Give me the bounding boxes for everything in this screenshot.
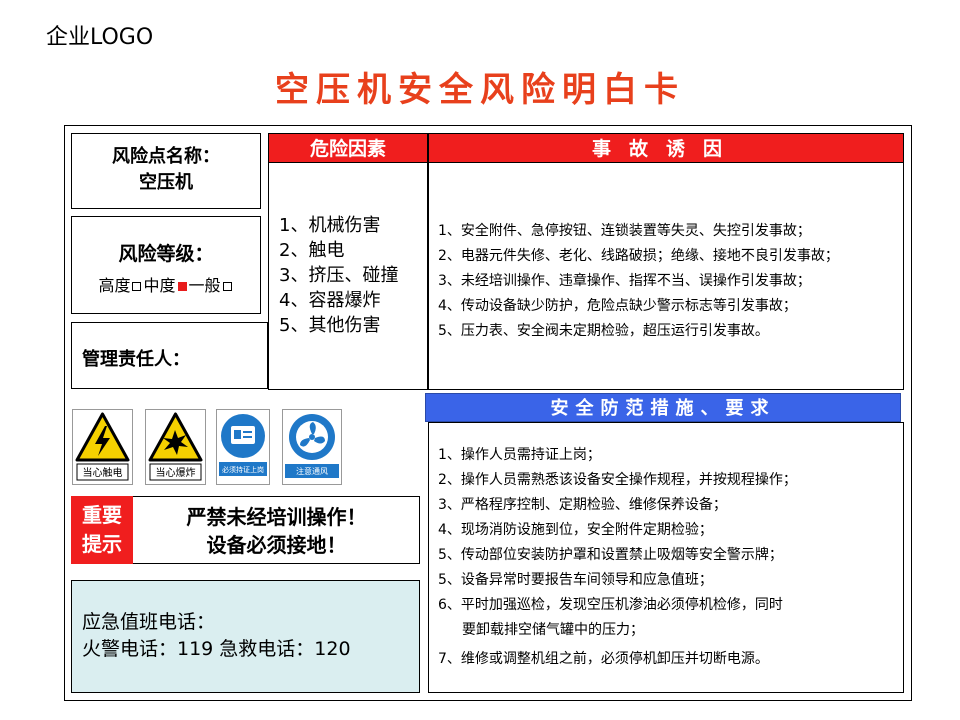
company-logo-text: 企业LOGO (46, 25, 154, 50)
certified-operation-icon: 必须持证上岗 (219, 414, 267, 476)
risk-level-option-medium: 中度 (143, 276, 176, 295)
hazard-item: 4、容器爆炸 (279, 290, 381, 311)
measure-item: 5、设备异常时要报告车间领导和应急值班； (438, 572, 713, 588)
causes-list: 1、安全附件、急停按钮、连锁装置等失灵、失控引发事故； 2、电器元件失修、老化、… (428, 162, 904, 390)
manager-label: 管理责任人： (82, 349, 190, 370)
electric-shock-warning-icon: 当心触电 (75, 412, 130, 481)
hazards-header: 危险因素 (268, 133, 428, 163)
hazard-item: 5、其他伤害 (279, 315, 381, 336)
emergency-line1: 应急值班电话： (82, 611, 216, 633)
causes-header: 事故诱因 (428, 133, 904, 163)
checkbox-high[interactable] (132, 282, 142, 291)
explosion-warning-icon: 当心爆炸 (148, 412, 203, 481)
risk-point-label: 风险点名称： (112, 146, 220, 167)
measure-item: 2、操作人员需熟悉该设备安全操作规程，并按规程操作； (438, 472, 797, 488)
important-notice-text: 严禁未经培训操作！ 设备必须接地！ (133, 496, 420, 564)
measure-item: 1、操作人员需持证上岗； (438, 447, 601, 463)
emergency-line2: 火警电话：119 急救电话：120 (82, 638, 351, 660)
sign-caption: 当心触电 (83, 466, 123, 479)
risk-point-value: 空压机 (139, 172, 193, 193)
notice-line1: 严禁未经培训操作！ (186, 505, 367, 529)
measure-item: 6、平时加强巡检，发现空压机渗油必须停机检修，同时 (438, 597, 783, 613)
measure-item: 3、严格程序控制、定期检验、维修保养设备； (438, 497, 727, 513)
ventilation-sign: 注意通风 (282, 409, 342, 485)
sign-caption: 必须持证上岗 (222, 465, 264, 474)
measure-item: 7、维修或调整机组之前，必须停机卸压并切断电源。 (438, 651, 769, 667)
ventilation-icon: 注意通风 (285, 414, 339, 478)
hazard-item: 2、触电 (279, 240, 345, 261)
explosion-warning-sign: 当心爆炸 (145, 409, 206, 485)
notice-line2: 设备必须接地！ (206, 533, 347, 557)
risk-level-box: 风险等级： 高度 中度 一般 (71, 216, 261, 314)
measures-list: 1、操作人员需持证上岗； 2、操作人员需熟悉该设备安全操作规程，并按规程操作； … (428, 422, 904, 693)
risk-level-option-low: 一般 (188, 276, 221, 295)
hazard-item: 1、机械伤害 (279, 215, 381, 236)
cause-item: 3、未经培训操作、违章操作、指挥不当、误操作引发事故； (438, 273, 811, 289)
checkbox-low[interactable] (222, 282, 232, 291)
notice-tag-line2: 提示 (82, 532, 122, 556)
emergency-contacts-box: 应急值班电话： 火警电话：119 急救电话：120 (71, 580, 420, 693)
hazard-item: 3、挤压、碰撞 (279, 265, 399, 286)
measure-item: 4、现场消防设施到位，安全附件定期检验； (438, 522, 713, 538)
cause-item: 4、传动设备缺少防护，危险点缺少警示标志等引发事故； (438, 298, 797, 314)
cause-item: 5、压力表、安全阀未定期检验，超压运行引发事故。 (438, 323, 769, 339)
risk-level-label: 风险等级： (118, 243, 214, 265)
measure-item-continued: 要卸载排空储气罐中的压力； (462, 622, 644, 638)
checkbox-medium[interactable] (177, 282, 187, 291)
cause-item: 1、安全附件、急停按钮、连锁装置等失灵、失控引发事故； (438, 223, 811, 239)
electric-shock-warning-sign: 当心触电 (72, 409, 133, 485)
hazards-list: 1、机械伤害 2、触电 3、挤压、碰撞 4、容器爆炸 5、其他伤害 (268, 162, 428, 390)
sign-caption: 注意通风 (296, 466, 328, 476)
measure-item: 5、传动部位安装防护罩和设置禁止吸烟等安全警示牌； (438, 547, 783, 563)
cause-item: 2、电器元件失修、老化、线路破损；绝缘、接地不良引发事故； (438, 248, 839, 264)
certified-operation-sign: 必须持证上岗 (216, 409, 270, 485)
page-title: 空压机安全风险明白卡 (275, 70, 685, 110)
important-notice-tag: 重要 提示 (71, 496, 133, 564)
manager-box: 管理责任人： (71, 322, 268, 389)
risk-point-box: 风险点名称： 空压机 (71, 133, 261, 209)
risk-level-options: 高度 中度 一般 (72, 272, 260, 296)
risk-level-option-high: 高度 (98, 276, 131, 295)
measures-header: 安全防范措施、要求 (425, 393, 901, 422)
notice-tag-line1: 重要 (82, 503, 122, 527)
sign-caption: 当心爆炸 (156, 466, 196, 479)
